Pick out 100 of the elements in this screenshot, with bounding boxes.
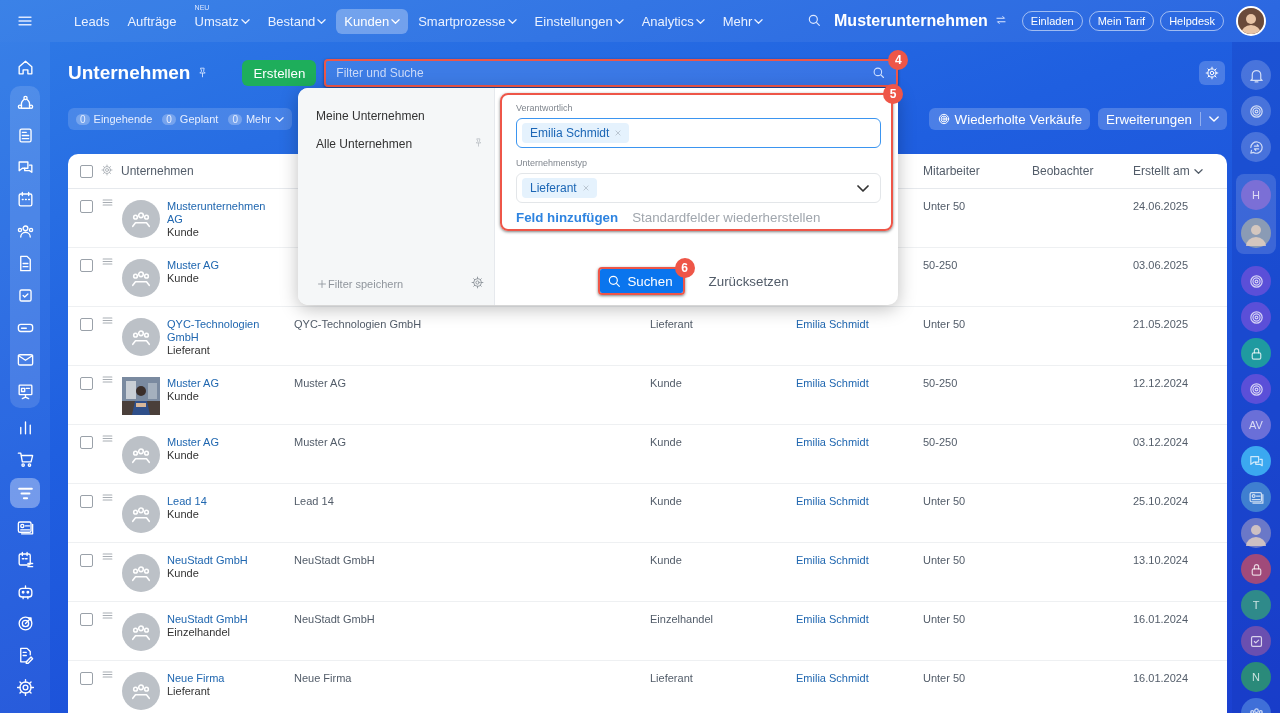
sidebar-app-button[interactable] — [1241, 266, 1271, 296]
table-cell: NeuStadt GmbH — [294, 554, 375, 566]
table-cell: Neue Firma — [294, 672, 352, 684]
row-checkbox[interactable] — [80, 613, 93, 626]
select-field[interactable]: Lieferant — [516, 173, 881, 203]
settings-icon — [15, 677, 35, 697]
company-link[interactable]: NeuStadt GmbH — [167, 554, 248, 567]
company-name: Musterunternehmen — [834, 12, 988, 30]
row-checkbox[interactable] — [80, 554, 93, 567]
sidebar-app-button[interactable] — [1241, 446, 1271, 476]
search-icon — [606, 273, 623, 289]
column-header[interactable]: Erstellt am — [1133, 164, 1190, 178]
responsible-link[interactable]: Emilia Schmidt — [796, 318, 869, 330]
nav-tab[interactable]: Kunden — [336, 8, 409, 34]
counter-filter[interactable]: 0 Eingehende — [76, 113, 153, 125]
avatar-initials[interactable]: AV — [1241, 410, 1271, 440]
nav-tab[interactable]: Aufträge — [119, 8, 185, 34]
company-link[interactable]: Muster AG — [167, 377, 219, 390]
row-checkbox[interactable] — [80, 436, 93, 449]
company-type: Kunde — [167, 390, 200, 403]
filter-tag: Lieferant — [522, 178, 597, 198]
row-checkbox[interactable] — [80, 672, 93, 685]
column-header[interactable]: Mitarbeiter — [923, 164, 980, 178]
restore-fields-link[interactable]: Standardfelder wiederherstellen — [632, 210, 821, 225]
column-header[interactable]: Unternehmen — [121, 164, 194, 178]
table-cell: Lead 14 — [294, 495, 334, 507]
responsible-link[interactable]: Emilia Schmidt — [796, 436, 869, 448]
sidebar-app-button[interactable] — [1241, 132, 1271, 162]
responsible-link[interactable]: Emilia Schmidt — [796, 672, 869, 684]
step-number: 4 — [888, 50, 909, 70]
select-all-checkbox[interactable] — [80, 164, 93, 178]
nav-tab[interactable]: Analytics — [633, 8, 713, 34]
table-cell: Kunde — [650, 495, 682, 507]
sidebar-app-button[interactable] — [1241, 96, 1271, 126]
company-link[interactable]: Neue Firma — [167, 672, 225, 685]
avatar-initials[interactable]: T — [1241, 590, 1271, 620]
sidebar-app-button[interactable] — [1241, 374, 1271, 404]
sidebar-app-button[interactable] — [1241, 302, 1271, 332]
nav-tab[interactable]: Smartprozesse — [410, 8, 525, 34]
responsible-link[interactable]: Emilia Schmidt — [796, 613, 869, 625]
company-link[interactable]: NeuStadt GmbH — [167, 613, 248, 626]
table-cell: Unter 50 — [923, 495, 966, 507]
company-type: Lieferant — [167, 344, 211, 357]
search-icon — [871, 65, 887, 80]
row-checkbox[interactable] — [80, 377, 93, 390]
spiral-icon — [1247, 308, 1265, 326]
search-button[interactable]: Suchen — [600, 269, 683, 293]
cart-icon — [15, 449, 35, 469]
sidebar-app-button[interactable] — [1241, 626, 1271, 656]
sidebar-app-button[interactable] — [1241, 554, 1271, 584]
spiral-icon — [1247, 272, 1265, 290]
extensions-button[interactable]: Erweiterungen — [1098, 108, 1227, 130]
add-field-link[interactable]: Feld hinzufügen — [516, 210, 619, 225]
sidebar-app-button[interactable] — [1241, 338, 1271, 368]
repeat-sales-button[interactable]: Wiederholte Verkäufe — [928, 108, 1091, 130]
chat-sync-icon — [1247, 138, 1265, 156]
input-field[interactable]: Emilia Schmidt — [516, 118, 881, 148]
table-cell: Einzelhandel — [650, 613, 713, 625]
sidebar-app-button[interactable] — [1241, 518, 1271, 548]
row-checkbox[interactable] — [80, 259, 93, 272]
sidebar-app-button[interactable] — [1241, 218, 1271, 248]
nav-tab[interactable]: Einstellungen — [526, 8, 632, 34]
row-checkbox[interactable] — [80, 200, 93, 213]
nav-tab[interactable]: Mehr — [714, 8, 772, 34]
company-link[interactable]: Muster AG — [167, 259, 219, 272]
nav-tab[interactable]: Leads — [66, 8, 118, 34]
table-cell: Lieferant — [650, 672, 693, 684]
responsible-link[interactable]: Emilia Schmidt — [796, 554, 869, 566]
company-type: Kunde — [167, 449, 200, 462]
avatar-initials[interactable]: N — [1241, 662, 1271, 692]
close-icon — [580, 183, 591, 193]
user-avatar[interactable] — [1236, 6, 1266, 36]
filter-preset[interactable]: Meine Unternehmen — [316, 109, 425, 123]
counter-filter[interactable]: 0 Geplant — [162, 113, 219, 125]
chevron-down-icon — [1209, 116, 1219, 122]
company-link[interactable]: Lead 14 — [167, 495, 207, 508]
sidebar-app-button[interactable] — [1241, 60, 1271, 90]
company-link[interactable]: Musterunternehmen AG — [167, 200, 275, 226]
nav-tab[interactable]: Bestand — [259, 8, 335, 34]
avatar-initials[interactable]: H — [1241, 180, 1271, 210]
company-link[interactable]: QYC-Technologien GmbH — [167, 318, 275, 344]
reset-button[interactable]: Zurücksetzen — [702, 272, 795, 290]
spiral-icon — [1247, 102, 1265, 120]
sidebar-app-button[interactable] — [1241, 482, 1271, 512]
save-filter-button[interactable]: Filter speichern — [316, 277, 404, 290]
row-checkbox[interactable] — [80, 495, 93, 508]
company-link[interactable]: Muster AG — [167, 436, 219, 449]
table-cell: QYC-Technologien GmbH — [294, 318, 422, 330]
responsible-link[interactable]: Emilia Schmidt — [796, 377, 869, 389]
table-cell: Unter 50 — [923, 613, 966, 625]
row-checkbox[interactable] — [80, 318, 93, 331]
responsible-link[interactable]: Emilia Schmidt — [796, 495, 869, 507]
presentation-icon — [15, 381, 35, 401]
step-number: 5 — [883, 84, 903, 104]
counter-filter[interactable]: 0 Mehr — [228, 113, 284, 125]
table-cell: 21.05.2025 — [1133, 318, 1189, 330]
column-header[interactable]: Beobachter — [1032, 164, 1094, 178]
filter-preset[interactable]: Alle Unternehmen — [316, 137, 413, 151]
settings-button[interactable] — [1199, 61, 1225, 85]
create-button[interactable]: Erstellen — [242, 60, 317, 86]
